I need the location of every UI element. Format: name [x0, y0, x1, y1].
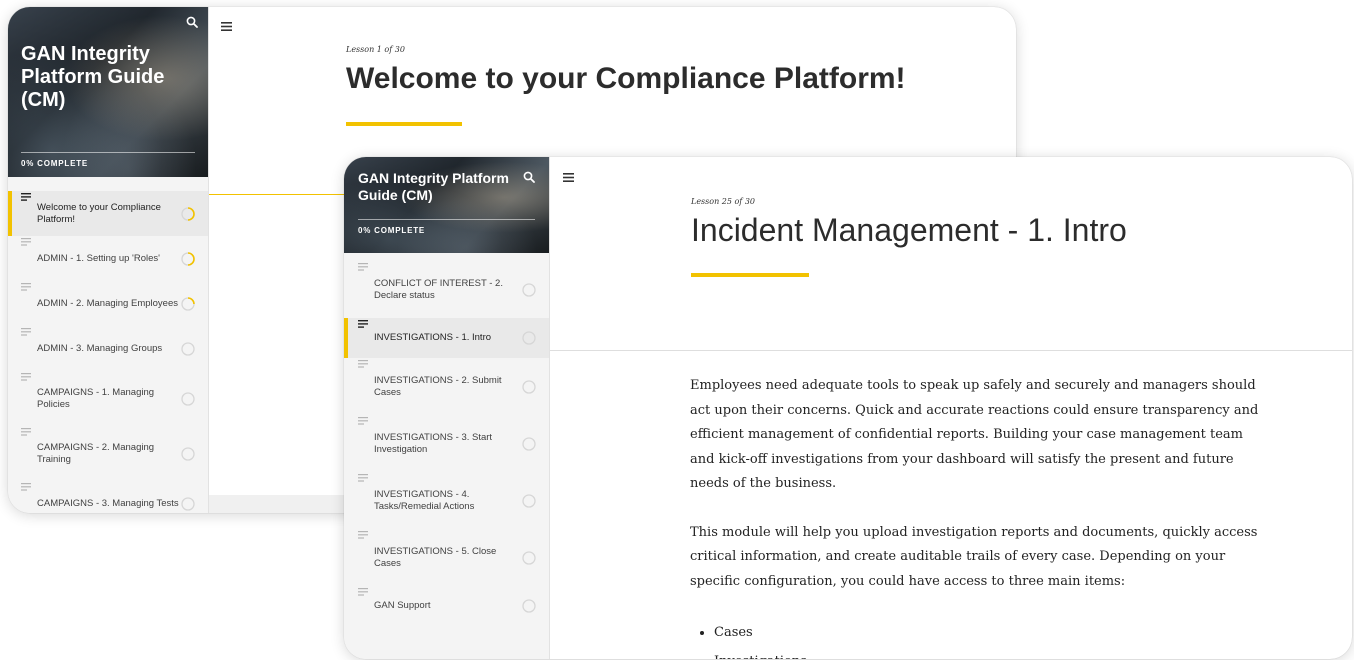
lesson-item[interactable]: ADMIN - 3. Managing Groups — [8, 326, 208, 371]
lesson-item[interactable]: INVESTIGATIONS - 4. Tasks/Remedial Actio… — [344, 472, 549, 529]
empty-circle-icon — [181, 391, 195, 406]
lesson-label: INVESTIGATIONS - 5. Close Cases — [374, 546, 497, 569]
lesson-label: INVESTIGATIONS - 1. Intro — [374, 332, 492, 344]
lesson-label: ADMIN - 2. Managing Employees — [37, 297, 178, 309]
empty-circle-icon — [522, 282, 536, 297]
lesson-item[interactable]: GAN Support — [344, 586, 549, 626]
lesson-lines-icon — [21, 283, 31, 295]
course-sidebar: GAN Integrity Platform Guide (CM) 0% COM… — [8, 7, 209, 513]
lesson-label: CONFLICT OF INTEREST - 2. Declare status — [374, 278, 503, 301]
lesson-label: Welcome to your Compliance Platform! — [37, 202, 161, 225]
lesson-item[interactable]: INVESTIGATIONS - 3. Start Investigation — [344, 415, 549, 472]
lesson-item[interactable]: CAMPAIGNS - 2. Managing Training — [8, 426, 208, 481]
lesson-lines-icon — [358, 474, 368, 486]
lesson-label: ADMIN - 1. Setting up 'Roles' — [37, 252, 160, 264]
progress-ring-icon — [181, 296, 195, 311]
progress-ring-icon — [181, 251, 195, 266]
empty-circle-icon — [522, 550, 536, 565]
course-title: GAN Integrity Platform Guide (CM) — [21, 43, 165, 111]
title-underline — [691, 273, 809, 277]
lesson-lines-icon — [358, 360, 368, 372]
lesson-label: INVESTIGATIONS - 4. Tasks/Remedial Actio… — [374, 489, 475, 512]
lesson-lines-icon — [21, 428, 31, 440]
lesson-label: CAMPAIGNS - 3. Managing Tests — [37, 497, 179, 509]
bullet-item: Cases — [714, 618, 1260, 647]
progress-text: 0% COMPLETE — [21, 159, 89, 168]
lesson-lines-icon — [21, 328, 31, 340]
lesson-lines-icon — [358, 263, 368, 275]
empty-circle-icon — [181, 496, 195, 511]
bullet-item: Investigations — [714, 647, 1260, 659]
empty-circle-icon — [522, 379, 536, 394]
body-paragraph: This module will help you upload investi… — [690, 524, 1258, 589]
course-title: GAN Integrity Platform Guide (CM) — [358, 170, 509, 203]
lesson-lines-icon — [21, 238, 31, 250]
empty-circle-icon — [522, 436, 536, 451]
search-icon[interactable] — [523, 170, 535, 188]
empty-circle-icon — [522, 599, 536, 613]
lesson-item[interactable]: INVESTIGATIONS - 5. Close Cases — [344, 529, 549, 586]
lesson-body: Employees need adequate tools to speak u… — [690, 374, 1260, 659]
header-divider — [209, 194, 349, 195]
lesson-header: Lesson 1 of 30 Welcome to your Complianc… — [346, 45, 906, 126]
lesson-item[interactable]: CAMPAIGNS - 3. Managing Tests — [8, 481, 208, 513]
hamburger-menu-icon[interactable] — [563, 169, 574, 187]
lesson-header: Lesson 25 of 30 Incident Management - 1.… — [691, 197, 1127, 277]
title-underline — [346, 122, 462, 126]
lesson-label: ADMIN - 3. Managing Groups — [37, 342, 163, 354]
lesson-item[interactable]: Welcome to your Compliance Platform! — [8, 191, 208, 236]
hero-divider — [21, 152, 195, 153]
empty-circle-icon — [181, 446, 195, 461]
lesson-label: GAN Support — [374, 600, 431, 612]
lesson-lines-icon — [21, 193, 31, 205]
lesson-lines-icon — [358, 320, 368, 332]
lesson-lines-icon — [358, 417, 368, 429]
lesson-lines-icon — [21, 483, 31, 495]
course-sidebar: GAN Integrity Platform Guide (CM) 0% COM… — [344, 157, 550, 659]
lesson-lines-icon — [21, 373, 31, 385]
lesson-label: CAMPAIGNS - 2. Managing Training — [37, 442, 155, 465]
lesson-label: CAMPAIGNS - 1. Managing Policies — [37, 387, 155, 410]
lesson-item[interactable]: ADMIN - 1. Setting up 'Roles' — [8, 236, 208, 281]
course-hero: GAN Integrity Platform Guide (CM) 0% COM… — [8, 7, 208, 177]
front-course-window: GAN Integrity Platform Guide (CM) 0% COM… — [344, 157, 1352, 659]
lesson-counter: Lesson 25 of 30 — [691, 197, 755, 206]
course-hero: GAN Integrity Platform Guide (CM) 0% COM… — [344, 157, 549, 253]
lesson-item[interactable]: CAMPAIGNS - 1. Managing Policies — [8, 371, 208, 426]
search-icon[interactable] — [186, 15, 198, 33]
progress-text: 0% COMPLETE — [358, 226, 426, 235]
lesson-item[interactable]: ADMIN - 2. Managing Employees — [8, 281, 208, 326]
body-bullet-list: Cases Investigations — [690, 618, 1260, 659]
empty-circle-icon — [181, 341, 195, 356]
hamburger-menu-icon[interactable] — [221, 18, 232, 36]
lesson-item[interactable]: CONFLICT OF INTEREST - 2. Declare status — [344, 261, 549, 318]
lesson-label: INVESTIGATIONS - 3. Start Investigation — [374, 432, 493, 455]
lesson-counter: Lesson 1 of 30 — [346, 45, 405, 54]
progress-ring-icon — [181, 206, 195, 221]
lesson-item[interactable]: INVESTIGATIONS - 2. Submit Cases — [344, 358, 549, 415]
hero-divider — [358, 219, 535, 220]
body-paragraph: Employees need adequate tools to speak u… — [690, 378, 1259, 491]
header-divider — [550, 350, 1352, 351]
empty-circle-icon — [522, 493, 536, 508]
lesson-item[interactable]: INVESTIGATIONS - 1. Intro — [344, 318, 549, 358]
lesson-label: INVESTIGATIONS - 2. Submit Cases — [374, 375, 502, 398]
lesson-title: Welcome to your Compliance Platform! — [346, 62, 906, 95]
lesson-list: CONFLICT OF INTEREST - 2. Declare status… — [344, 261, 549, 626]
lesson-lines-icon — [358, 531, 368, 543]
lesson-list: Welcome to your Compliance Platform! ADM… — [8, 191, 208, 513]
lesson-title: Incident Management - 1. Intro — [691, 212, 1127, 248]
lesson-lines-icon — [358, 588, 368, 600]
empty-circle-icon — [522, 331, 536, 345]
